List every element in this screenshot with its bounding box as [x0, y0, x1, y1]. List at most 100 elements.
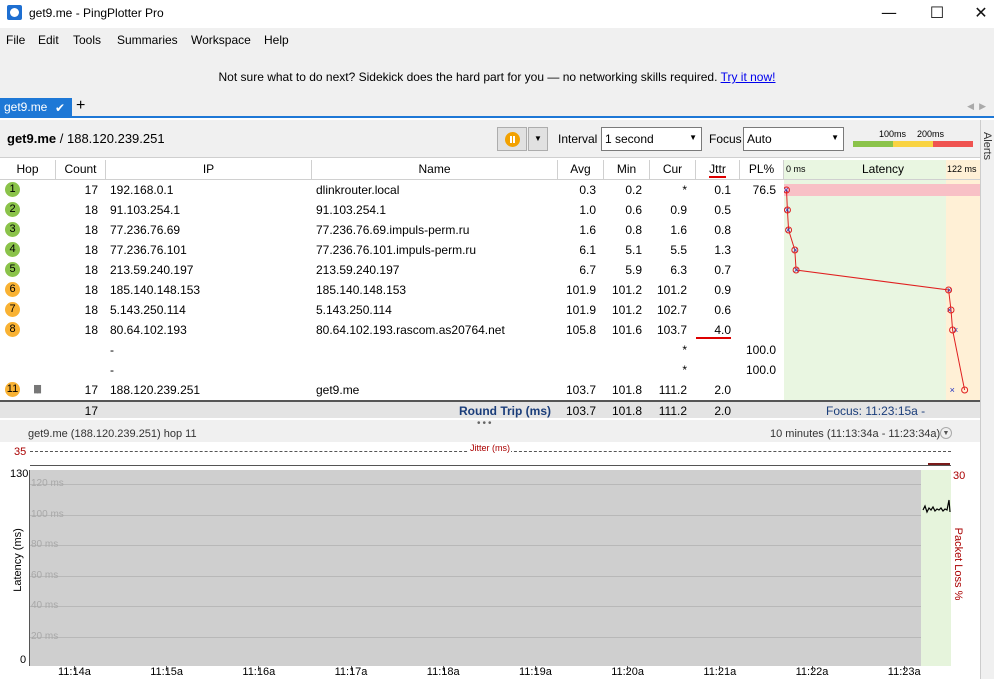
menu-tools[interactable]: Tools	[73, 33, 101, 47]
table-row[interactable]: 11 ▮▮ 17 188.120.239.251 get9.me 103.7 101.8 11…	[0, 380, 785, 400]
target-label: get9.me / 188.120.239.251	[7, 131, 165, 146]
cell-min: 101.6	[611, 323, 642, 337]
try-it-now-link[interactable]: Try it now!	[721, 70, 776, 84]
col-cur[interactable]: Cur	[650, 160, 696, 180]
col-name[interactable]: Name	[312, 160, 558, 180]
scale-yellow	[893, 141, 933, 147]
alerts-sidebar[interactable]: Alerts	[980, 120, 994, 679]
scale-green	[853, 141, 893, 147]
chevron-down-icon[interactable]: ▼	[940, 427, 952, 439]
table-row[interactable]: 6 18 185.140.148.153 185.140.148.153 101.9 10…	[0, 280, 785, 300]
hop-number-badge: 11	[5, 382, 20, 397]
cell-jttr: 0.1	[714, 183, 731, 197]
cell-min: 0.6	[625, 203, 642, 217]
menu-bar: File Edit Tools Summaries Workspace Help	[0, 28, 994, 52]
summary-jttr: 2.0	[714, 404, 731, 418]
table-row[interactable]: 3 18 77.236.76.69 77.236.76.69.impuls-perm.…	[0, 220, 785, 240]
target-host: get9.me	[7, 131, 57, 146]
cell-jttr: 0.7	[714, 263, 731, 277]
time-label: 11:21a	[703, 666, 737, 678]
table-row[interactable]: 2 18 91.103.254.1 91.103.254.1 1.0 0.6 0.9 0.5	[0, 200, 785, 220]
cell-avg: 105.8	[565, 323, 596, 337]
cell-cur: 5.5	[670, 243, 687, 257]
col-hop[interactable]: Hop	[0, 160, 56, 180]
cell-min: 0.2	[625, 183, 642, 197]
col-count[interactable]: Count	[56, 160, 106, 180]
menu-help[interactable]: Help	[264, 33, 289, 47]
tab-scroll-arrows[interactable]: ◀ ▶	[967, 101, 986, 112]
col-min[interactable]: Min	[604, 160, 650, 180]
timeline-range: 10 minutes (11:13:34a - 11:23:34a)	[770, 428, 941, 440]
latency-column-graph: ×××××××××	[784, 180, 980, 400]
cell-avg: 0.3	[579, 183, 596, 197]
menu-edit[interactable]: Edit	[38, 33, 59, 47]
pause-dropdown-button[interactable]: ▼	[528, 127, 548, 151]
cell-count: 18	[84, 203, 98, 217]
cell-cur: *	[682, 343, 687, 357]
chevron-down-icon: ▼	[689, 133, 697, 142]
tab-strip: get9.me ✔ + ◀ ▶	[0, 97, 994, 118]
latency-zone-green	[784, 180, 946, 400]
menu-file[interactable]: File	[6, 33, 25, 47]
cell-min: 101.2	[611, 283, 642, 297]
avg-marker: ×	[794, 265, 799, 275]
cell-cur: 1.6	[670, 223, 687, 237]
latency-trace-svg	[922, 499, 951, 514]
cell-pl: 100.0	[745, 363, 776, 377]
hop-number-badge: 5	[5, 262, 20, 277]
jitter-max-label: 35	[14, 446, 27, 458]
hop-number-badge: 6	[5, 282, 20, 297]
cell-min: 5.1	[625, 243, 642, 257]
cell-avg: 1.6	[579, 223, 596, 237]
table-row[interactable]: 8 18 80.64.102.193 80.64.102.193.rascom.as2…	[0, 320, 785, 340]
table-row[interactable]: 5 18 213.59.240.197 213.59.240.197 6.7 5.9 6.3…	[0, 260, 785, 280]
add-tab-button[interactable]: +	[76, 97, 85, 115]
col-latency[interactable]: 0 ms Latency 122 ms	[784, 160, 980, 180]
maximize-button[interactable]: ☐	[914, 0, 960, 28]
table-row[interactable]: - * 100.0	[0, 340, 785, 360]
cell-jttr: 0.8	[714, 223, 731, 237]
latency-scale-legend: 100ms 200ms	[853, 128, 973, 150]
cell-name: 185.140.148.153	[316, 283, 407, 297]
gridline-label: 40 ms	[31, 600, 59, 611]
cell-min: 0.8	[625, 223, 642, 237]
menu-workspace[interactable]: Workspace	[191, 33, 251, 47]
col-ip[interactable]: IP	[106, 160, 312, 180]
col-jttr[interactable]: Jttr	[696, 160, 740, 180]
cell-count: 18	[84, 303, 98, 317]
scale-100-label: 100ms	[879, 129, 907, 139]
col-avg[interactable]: Avg	[558, 160, 604, 180]
minimize-button[interactable]: —	[866, 0, 912, 28]
summary-min: 101.8	[611, 404, 642, 418]
cell-ip: 80.64.102.193	[110, 323, 187, 337]
avg-marker: ×	[784, 185, 789, 195]
chevron-down-icon: ▼	[831, 133, 839, 142]
cell-count: 17	[84, 183, 98, 197]
cell-ip: 77.236.76.101	[110, 243, 187, 257]
pause-button[interactable]	[497, 127, 527, 151]
cell-cur: 102.7	[656, 303, 687, 317]
close-button[interactable]: ✕	[958, 0, 994, 28]
menu-summaries[interactable]: Summaries	[117, 33, 178, 47]
table-row[interactable]: 4 18 77.236.76.101 77.236.76.101.impuls-per…	[0, 240, 785, 260]
time-label: 11:16a	[242, 666, 276, 678]
cell-name: dlinkrouter.local	[316, 183, 400, 197]
table-row[interactable]: 1 17 192.168.0.1 dlinkrouter.local 0.3 0.2 * 0.…	[0, 180, 785, 200]
interval-select[interactable]: 1 second ▼	[601, 127, 702, 151]
latency-trace-line	[922, 499, 951, 514]
hop-number-badge: 3	[5, 222, 20, 237]
avg-marker: ×	[793, 245, 798, 255]
table-row[interactable]: 7 18 5.143.250.114 5.143.250.114 101.9 101.2 1…	[0, 300, 785, 320]
col-pl[interactable]: PL%	[740, 160, 784, 180]
round-trip-summary: 17 Round Trip (ms) 103.7 101.8 111.2 2.0…	[0, 400, 980, 432]
tab-get9[interactable]: get9.me ✔	[0, 98, 72, 116]
col-jttr-label: Jttr	[709, 162, 726, 178]
focus-select[interactable]: Auto ▼	[743, 127, 844, 151]
table-row[interactable]: - * 100.0	[0, 360, 785, 380]
cell-ip: 213.59.240.197	[110, 263, 194, 277]
timeline-title: get9.me (188.120.239.251) hop 11	[28, 428, 197, 440]
graph-icon[interactable]: ▮▮	[33, 382, 42, 395]
hop1-loss-bar	[784, 184, 980, 196]
summary-cur: 111.2	[658, 404, 687, 418]
tab-label: get9.me	[4, 100, 48, 114]
